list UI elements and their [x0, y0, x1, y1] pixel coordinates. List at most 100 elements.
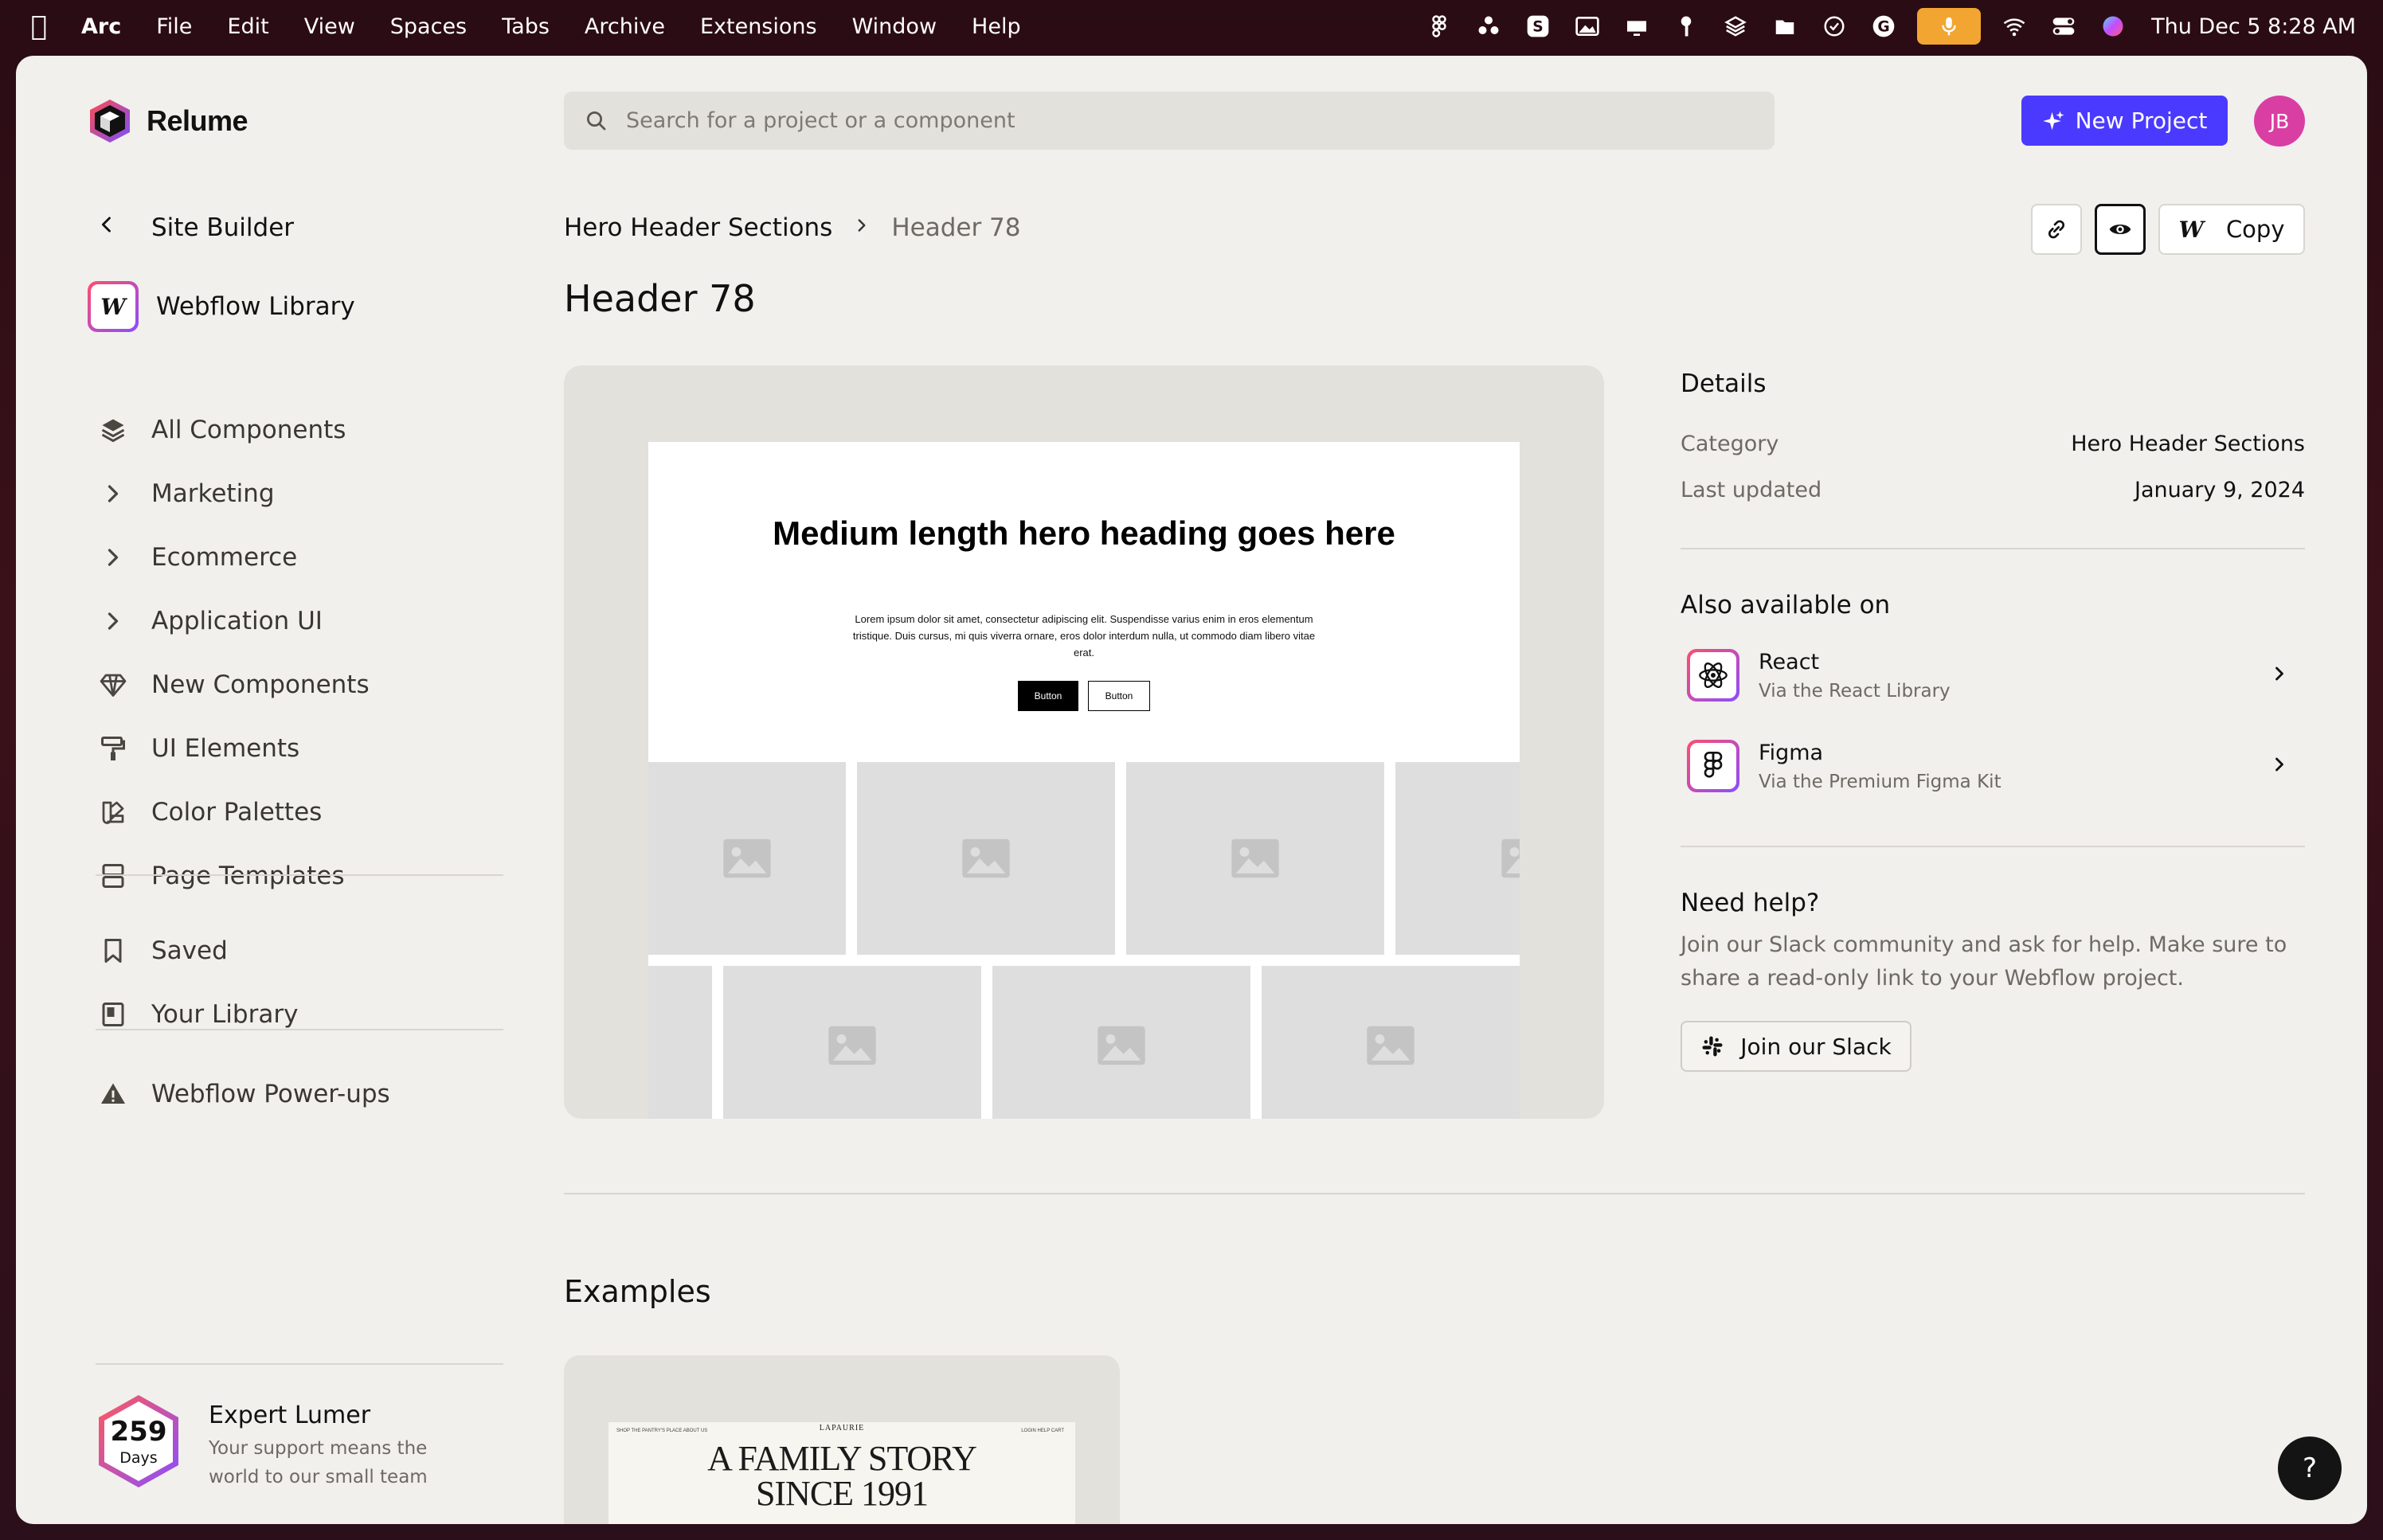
- menu-window[interactable]: Window: [852, 14, 937, 39]
- available-on-figma[interactable]: Figma Via the Premium Figma Kit: [1687, 734, 2305, 798]
- sidebar-item-label: UI Elements: [151, 734, 300, 763]
- image-icon: [1501, 838, 1520, 878]
- sidebar-item-marketing[interactable]: Marketing: [96, 470, 275, 518]
- relume-logo[interactable]: Relume: [86, 97, 248, 145]
- key-icon[interactable]: [1670, 10, 1702, 42]
- react-sub: Via the React Library: [1759, 680, 1951, 702]
- menu-archive[interactable]: Archive: [585, 14, 665, 39]
- menu-bar:  Arc File Edit View Spaces Tabs Archive…: [0, 0, 2383, 53]
- sidebar-item-ui-elements[interactable]: UI Elements: [96, 725, 299, 772]
- sidebar-item-your-library[interactable]: Your Library: [96, 991, 298, 1038]
- siri-icon[interactable]: [2097, 10, 2129, 42]
- triangle-warning-icon: [96, 1077, 131, 1112]
- copy-link-button[interactable]: [2031, 204, 2082, 255]
- sidebar-item-application-ui[interactable]: Application UI: [96, 597, 323, 645]
- example-preview: SHOP THE PANTRY'S PLACE ABOUT US LOGIN H…: [608, 1422, 1075, 1524]
- microphone-icon[interactable]: [1917, 8, 1982, 45]
- new-project-button[interactable]: New Project: [2021, 96, 2228, 146]
- new-project-label: New Project: [2075, 107, 2208, 134]
- chevron-right-icon: [96, 604, 131, 639]
- status-area: S G Thu Dec 5 8:28 AM: [1406, 0, 2356, 53]
- sidebar-item-label: Marketing: [151, 479, 275, 508]
- menu-clock[interactable]: Thu Dec 5 8:28 AM: [2151, 14, 2356, 39]
- sidebar-item-webflow-power-ups[interactable]: Webflow Power-ups: [96, 1070, 390, 1118]
- apple-menu-icon[interactable]: : [27, 10, 51, 42]
- figma-icon: [1687, 740, 1739, 792]
- back-to-site-builder[interactable]: Site Builder: [96, 213, 294, 242]
- examples-title: Examples: [564, 1274, 711, 1309]
- relume-logo-icon: [90, 100, 130, 143]
- image-placeholder: [1395, 762, 1520, 955]
- sparkle-icon: [2042, 111, 2064, 130]
- search-input[interactable]: [626, 108, 1741, 133]
- paint-roller-icon: [96, 731, 131, 766]
- skype-icon[interactable]: S: [1522, 10, 1554, 42]
- sidebar-item-all-components[interactable]: All Components: [96, 406, 346, 454]
- sidebar-item-ecommerce[interactable]: Ecommerce: [96, 534, 297, 581]
- chevron-right-icon: [2268, 663, 2291, 691]
- example-card[interactable]: SHOP THE PANTRY'S PLACE ABOUT US LOGIN H…: [564, 1355, 1120, 1524]
- react-name: React: [1759, 649, 1820, 674]
- search-bar[interactable]: [564, 92, 1775, 150]
- template-icon: [96, 858, 131, 893]
- dots-icon[interactable]: [1473, 10, 1505, 42]
- cast-icon[interactable]: [1621, 10, 1653, 42]
- webflow-icon: W: [88, 281, 139, 332]
- control-center-icon[interactable]: [2048, 10, 2080, 42]
- expert-lumer-card[interactable]: 259 Days Expert Lumer Your support means…: [94, 1392, 448, 1491]
- wifi-icon[interactable]: [1998, 10, 2030, 42]
- menu-app-name[interactable]: Arc: [81, 14, 121, 39]
- folder-icon[interactable]: [1769, 10, 1801, 42]
- join-slack-label: Join our Slack: [1740, 1033, 1892, 1060]
- image-icon: [828, 1026, 876, 1065]
- sidebar-item-color-palettes[interactable]: Color Palettes: [96, 788, 322, 836]
- image-placeholder: [1126, 762, 1384, 955]
- join-slack-button[interactable]: Join our Slack: [1681, 1021, 1911, 1072]
- sidebar-item-label: Saved: [151, 936, 228, 965]
- menu-file[interactable]: File: [156, 14, 192, 39]
- available-on-react[interactable]: React Via the React Library: [1687, 643, 2305, 707]
- svg-text:G: G: [1877, 19, 1889, 36]
- also-available-title: Also available on: [1681, 591, 1891, 620]
- details-divider: [1681, 548, 2305, 549]
- menu-spaces[interactable]: Spaces: [390, 14, 467, 39]
- sidebar-item-label: Application UI: [151, 607, 323, 635]
- layers-icon[interactable]: [1720, 10, 1751, 42]
- figma-icon[interactable]: [1423, 10, 1455, 42]
- webflow-glyph-icon: W: [2178, 216, 2204, 243]
- sidebar-item-saved[interactable]: Saved: [96, 927, 228, 975]
- chevron-right-icon: [96, 540, 131, 575]
- menu-edit[interactable]: Edit: [227, 14, 268, 39]
- bookmark-icon: [96, 933, 131, 968]
- detail-value-last-updated: January 9, 2024: [2135, 478, 2305, 502]
- menu-help[interactable]: Help: [972, 14, 1021, 39]
- sidebar-item-label: Page Templates: [151, 862, 345, 890]
- menu-tabs[interactable]: Tabs: [502, 14, 550, 39]
- example-heading: A FAMILY STORY SINCE 1991: [608, 1441, 1075, 1511]
- image-placeholder: [857, 762, 1115, 955]
- sidebar-item-new-components[interactable]: New Components: [96, 661, 370, 709]
- image-placeholder: [648, 966, 712, 1119]
- webflow-library-header[interactable]: W Webflow Library: [88, 281, 355, 332]
- back-label: Site Builder: [151, 213, 295, 242]
- help-button[interactable]: ?: [2278, 1436, 2342, 1500]
- figma-name: Figma: [1759, 740, 1824, 765]
- avatar[interactable]: JB: [2254, 96, 2305, 147]
- image-icon[interactable]: [1571, 10, 1603, 42]
- g-icon[interactable]: G: [1868, 10, 1900, 42]
- sidebar-item-label: Ecommerce: [151, 543, 298, 572]
- diamond-icon: [96, 667, 131, 702]
- copy-button[interactable]: W Copy: [2158, 204, 2305, 255]
- component-preview[interactable]: Medium length hero heading goes here Lor…: [564, 365, 1604, 1119]
- sidebar-item-label: Webflow Power-ups: [151, 1080, 390, 1108]
- preview-button[interactable]: [2095, 204, 2146, 255]
- breadcrumb-parent[interactable]: Hero Header Sections: [564, 213, 832, 242]
- sidebar-divider: [96, 1363, 503, 1365]
- example-heading-line2: SINCE 1991: [755, 1474, 929, 1513]
- menu-view[interactable]: View: [304, 14, 355, 39]
- image-placeholder: [723, 966, 981, 1119]
- sidebar-item-label: Your Library: [151, 1000, 299, 1029]
- sidebar-item-page-templates[interactable]: Page Templates: [96, 852, 345, 900]
- menu-extensions[interactable]: Extensions: [700, 14, 817, 39]
- check-circle-icon[interactable]: [1818, 10, 1850, 42]
